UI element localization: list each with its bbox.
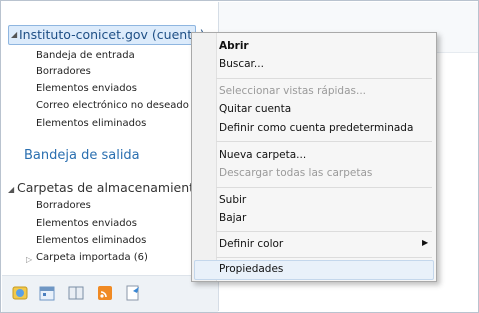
menu-item-search[interactable]: Buscar... <box>219 58 264 70</box>
folder-outbox[interactable]: Bandeja de salida <box>24 148 140 163</box>
menu-separator <box>216 141 432 142</box>
menu-item-open[interactable]: Abrir <box>219 40 249 52</box>
feeds-icon[interactable] <box>97 285 113 301</box>
folder-drafts[interactable]: Borradores <box>36 66 91 77</box>
menu-item-set-color[interactable]: Definir color <box>219 238 283 250</box>
account-label: Instituto-conicet.gov (cuenta) <box>19 27 205 42</box>
folder-sent[interactable]: Elementos enviados <box>36 83 137 94</box>
account-folder-selected[interactable]: ◢ Instituto-conicet.gov (cuenta) <box>8 25 205 45</box>
contacts-icon[interactable] <box>68 285 84 301</box>
bottom-nav-bar <box>2 275 218 312</box>
expand-triangle-icon[interactable]: ▷ <box>26 255 32 264</box>
mail-window: ◢ Instituto-conicet.gov (cuenta) Bandeja… <box>0 0 479 313</box>
menu-item-properties[interactable]: Propiedades <box>219 263 283 275</box>
storage-imported[interactable]: Carpeta importada (6) <box>36 252 148 263</box>
folder-pane: ◢ Instituto-conicet.gov (cuenta) Bandeja… <box>2 2 219 311</box>
calendar-icon[interactable] <box>39 285 55 301</box>
menu-item-remove-account[interactable]: Quitar cuenta <box>219 103 291 115</box>
newsgroups-icon[interactable] <box>125 285 141 301</box>
collapse-triangle-icon[interactable]: ◢ <box>11 30 17 39</box>
menu-item-set-default[interactable]: Definir como cuenta predeterminada <box>219 122 413 134</box>
menu-separator <box>216 78 432 79</box>
menu-separator <box>216 187 432 188</box>
menu-icon-gutter <box>192 33 217 281</box>
menu-item-move-down[interactable]: Bajar <box>219 212 246 224</box>
collapse-triangle-icon[interactable]: ◢ <box>8 185 14 194</box>
menu-separator <box>216 257 432 258</box>
storage-sent[interactable]: Elementos enviados <box>36 218 137 229</box>
storage-deleted[interactable]: Elementos eliminados <box>36 235 146 246</box>
menu-item-download-all: Descargar todas las carpetas <box>219 167 373 179</box>
submenu-arrow-icon: ▶ <box>422 238 429 247</box>
storage-folders-label[interactable]: Carpetas de almacenamiento <box>17 180 202 195</box>
context-menu: Abrir Buscar... Seleccionar vistas rápid… <box>191 32 437 282</box>
folder-inbox[interactable]: Bandeja de entrada <box>36 50 135 61</box>
mail-icon[interactable] <box>12 285 28 301</box>
menu-item-properties-highlight[interactable]: Propiedades <box>194 260 434 280</box>
storage-drafts[interactable]: Borradores <box>36 200 91 211</box>
menu-item-new-folder[interactable]: Nueva carpeta... <box>219 149 306 161</box>
menu-separator <box>216 231 432 232</box>
menu-item-move-up[interactable]: Subir <box>219 194 246 206</box>
folder-junk[interactable]: Correo electrónico no deseado <box>36 100 189 111</box>
folder-deleted[interactable]: Elementos eliminados <box>36 118 146 129</box>
menu-item-quick-views: Seleccionar vistas rápidas... <box>219 85 367 97</box>
